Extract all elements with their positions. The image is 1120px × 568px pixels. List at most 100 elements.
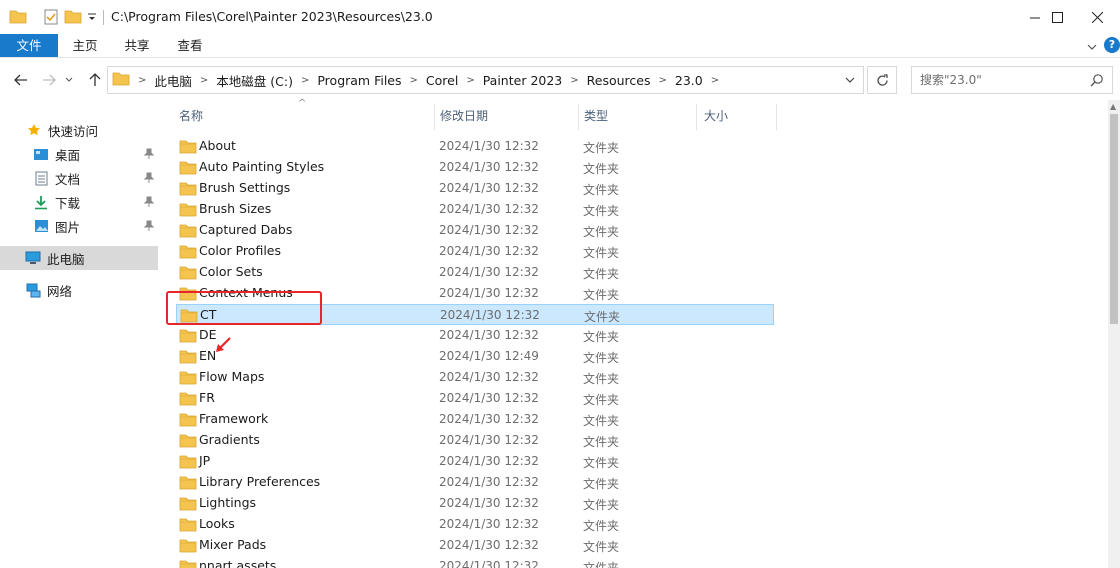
table-row[interactable]: Auto Painting Styles 2024/1/30 12:32 文件夹 xyxy=(176,157,774,178)
nav-desktop[interactable]: 桌面 xyxy=(0,142,158,166)
table-row[interactable]: Library Preferences 2024/1/30 12:32 文件夹 xyxy=(176,472,774,493)
up-button[interactable] xyxy=(84,68,106,92)
tab-share[interactable]: 共享 xyxy=(112,34,162,57)
folder-icon xyxy=(179,412,197,430)
breadcrumb-separator-icon[interactable]: > xyxy=(200,75,208,86)
file-type: 文件夹 xyxy=(583,372,620,386)
nav-quick-access[interactable]: 快速访问 xyxy=(0,118,158,142)
breadcrumb-separator-icon[interactable]: > xyxy=(138,75,146,86)
nav-label: 网络 xyxy=(47,283,73,299)
folder-icon xyxy=(179,265,197,283)
breadcrumb-separator-icon[interactable]: > xyxy=(301,75,309,86)
file-date: 2024/1/30 12:32 xyxy=(439,517,539,531)
column-header-date[interactable]: 修改日期 xyxy=(440,106,488,130)
annotation-highlight-box xyxy=(166,291,322,325)
nav-this-pc[interactable]: 此电脑 xyxy=(0,246,158,270)
search-input[interactable] xyxy=(920,72,1080,88)
file-type: 文件夹 xyxy=(583,456,620,470)
search-box[interactable] xyxy=(911,66,1113,94)
ribbon-expand-icon[interactable] xyxy=(1087,40,1097,54)
nav-network[interactable]: 网络 xyxy=(0,278,158,302)
breadcrumb-resources[interactable]: Resources xyxy=(587,73,651,88)
table-row[interactable]: FR 2024/1/30 12:32 文件夹 xyxy=(176,388,774,409)
table-row[interactable]: About 2024/1/30 12:32 文件夹 xyxy=(176,136,774,157)
folder-icon xyxy=(179,433,197,451)
breadcrumb-23-0[interactable]: 23.0 xyxy=(675,73,703,88)
table-row[interactable]: nnart assets 2024/1/30 12:32 文件夹 xyxy=(176,556,774,568)
table-row[interactable]: Lightings 2024/1/30 12:32 文件夹 xyxy=(176,493,774,514)
refresh-button[interactable] xyxy=(867,66,897,94)
tab-home[interactable]: 主页 xyxy=(58,34,112,57)
table-row[interactable]: Mixer Pads 2024/1/30 12:32 文件夹 xyxy=(176,535,774,556)
pin-icon[interactable] xyxy=(143,172,155,187)
file-list: ^ 名称 修改日期 类型 大小 About 2024/1/30 12:32 文件夹 A… xyxy=(160,98,1108,568)
table-row[interactable]: Color Sets 2024/1/30 12:32 文件夹 xyxy=(176,262,774,283)
file-date: 2024/1/30 12:32 xyxy=(439,223,539,237)
back-button[interactable] xyxy=(10,68,32,92)
table-row[interactable]: Flow Maps 2024/1/30 12:32 文件夹 xyxy=(176,367,774,388)
column-divider[interactable] xyxy=(696,104,697,130)
folder-icon xyxy=(179,559,197,568)
ribbon: 文件 主页 共享 查看 ? xyxy=(0,34,1120,58)
pin-icon[interactable] xyxy=(143,148,155,163)
close-button[interactable] xyxy=(1074,0,1120,34)
document-icon xyxy=(33,170,49,186)
search-icon[interactable] xyxy=(1090,73,1104,90)
file-name: Captured Dabs xyxy=(199,222,293,237)
up-arrow-icon xyxy=(89,73,101,86)
table-row[interactable]: Brush Sizes 2024/1/30 12:32 文件夹 xyxy=(176,199,774,220)
quick-access-dropdown-icon[interactable] xyxy=(87,12,97,26)
table-row[interactable]: Looks 2024/1/30 12:32 文件夹 xyxy=(176,514,774,535)
table-row[interactable]: Captured Dabs 2024/1/30 12:32 文件夹 xyxy=(176,220,774,241)
nav-downloads[interactable]: 下载 xyxy=(0,190,158,214)
breadcrumb-separator-icon[interactable]: > xyxy=(410,75,418,86)
column-header-size[interactable]: 大小 xyxy=(704,106,728,130)
scroll-thumb[interactable] xyxy=(1110,114,1118,324)
table-row[interactable]: Brush Settings 2024/1/30 12:32 文件夹 xyxy=(176,178,774,199)
new-folder-icon[interactable] xyxy=(64,9,82,27)
file-date: 2024/1/30 12:32 xyxy=(439,139,539,153)
table-row[interactable]: JP 2024/1/30 12:32 文件夹 xyxy=(176,451,774,472)
file-type: 文件夹 xyxy=(583,561,620,568)
column-header-name[interactable]: 名称 xyxy=(179,106,203,130)
table-row[interactable]: EN 2024/1/30 12:49 文件夹 xyxy=(176,346,774,367)
table-row[interactable]: Gradients 2024/1/30 12:32 文件夹 xyxy=(176,430,774,451)
breadcrumb-separator-icon[interactable]: > xyxy=(570,75,578,86)
scroll-up-icon[interactable]: ▲ xyxy=(1110,102,1116,111)
nav-documents[interactable]: 文档 xyxy=(0,166,158,190)
breadcrumb-separator-icon[interactable]: > xyxy=(659,75,667,86)
breadcrumb-separator-icon[interactable]: > xyxy=(711,75,719,86)
file-type: 文件夹 xyxy=(583,435,620,449)
file-type: 文件夹 xyxy=(583,351,620,365)
table-row[interactable]: Color Profiles 2024/1/30 12:32 文件夹 xyxy=(176,241,774,262)
address-dropdown-icon[interactable] xyxy=(843,73,857,87)
column-header-type[interactable]: 类型 xyxy=(584,106,608,130)
pin-icon[interactable] xyxy=(143,196,155,211)
file-date: 2024/1/30 12:32 xyxy=(439,475,539,489)
recent-locations-button[interactable] xyxy=(62,68,76,92)
table-row[interactable]: Framework 2024/1/30 12:32 文件夹 xyxy=(176,409,774,430)
address-bar[interactable]: > 此电脑 > 本地磁盘 (C:) > Program Files > Core… xyxy=(107,66,864,94)
breadcrumb-separator-icon[interactable]: > xyxy=(466,75,474,86)
forward-button[interactable] xyxy=(38,68,60,92)
breadcrumb-corel[interactable]: Corel xyxy=(426,73,458,88)
vertical-scrollbar[interactable]: ▲ xyxy=(1108,100,1120,568)
tab-file[interactable]: 文件 xyxy=(0,34,58,57)
nav-pictures[interactable]: 图片 xyxy=(0,214,158,238)
pin-icon[interactable] xyxy=(143,220,155,235)
folder-icon xyxy=(9,9,27,27)
column-divider[interactable] xyxy=(776,104,777,130)
column-divider[interactable] xyxy=(578,104,579,130)
tab-view[interactable]: 查看 xyxy=(164,34,216,57)
table-row[interactable]: DE 2024/1/30 12:32 文件夹 xyxy=(176,325,774,346)
help-icon[interactable]: ? xyxy=(1104,37,1120,53)
breadcrumb-program-files[interactable]: Program Files xyxy=(317,73,401,88)
file-name: Gradients xyxy=(199,432,260,447)
breadcrumb-local-disk[interactable]: 本地磁盘 (C:) xyxy=(216,71,293,90)
breadcrumb-this-pc[interactable]: 此电脑 xyxy=(154,71,192,90)
file-type: 文件夹 xyxy=(584,310,621,324)
properties-icon[interactable] xyxy=(43,9,59,28)
file-name: nnart assets xyxy=(199,558,277,568)
column-divider[interactable] xyxy=(434,104,435,130)
breadcrumb-painter[interactable]: Painter 2023 xyxy=(483,73,563,88)
